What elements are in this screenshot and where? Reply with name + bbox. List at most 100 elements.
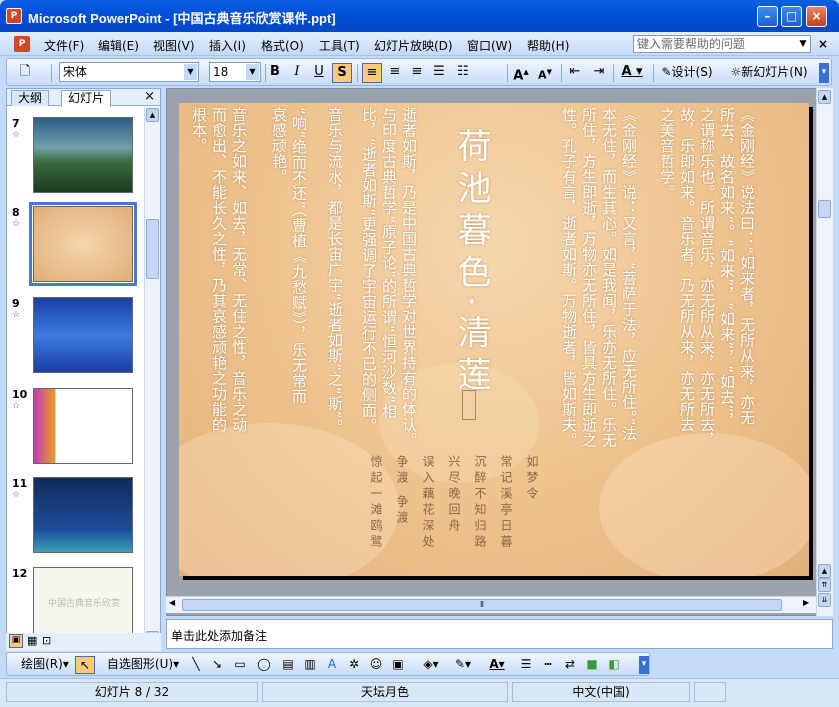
- menu-view[interactable]: 视图(V): [153, 37, 195, 54]
- 3d-style-icon[interactable]: ◧: [605, 656, 623, 674]
- slide-text-column[interactable]: 逝者如斯，乃是中国古典哲学对世界持有的体认。: [399, 107, 419, 448]
- increase-indent-icon[interactable]: ⇥: [589, 63, 609, 83]
- new-slide-button[interactable]: ☼新幻灯片(N): [725, 63, 813, 83]
- editor-horizontal-scrollbar[interactable]: ◀ ⦀ ▶: [166, 596, 816, 613]
- scroll-up-icon[interactable]: ▲: [818, 564, 831, 578]
- wordart-icon[interactable]: A: [323, 656, 341, 674]
- menu-slideshow[interactable]: 幻灯片放映(D): [374, 37, 453, 54]
- slide-text-column[interactable]: 之谓称乐也。所谓音乐，亦无所从来，亦无所去，: [697, 107, 717, 448]
- font-size-combo[interactable]: 18 ▼: [209, 62, 261, 82]
- menu-insert[interactable]: 插入(I): [209, 37, 246, 54]
- decrease-indent-icon[interactable]: ⇤: [565, 63, 585, 83]
- minimize-button[interactable]: –: [757, 6, 778, 27]
- slide-text-column[interactable]: 音乐与流水，都是长宙广宇“逝者如斯”之“斯”。: [325, 107, 345, 435]
- prev-slide-icon[interactable]: ⇈: [818, 578, 831, 592]
- editor-vertical-scrollbar[interactable]: ▲ ▲ ⇈ ⇊: [816, 88, 833, 616]
- menu-edit[interactable]: 编辑(E): [98, 37, 139, 54]
- slide-text-column[interactable]: 音乐之如来、如去，无常、无住之性，音乐之动: [229, 107, 249, 433]
- slide-text-column[interactable]: 比，“逝者如斯”更强调了宇宙运行不已的侧面。: [359, 107, 379, 434]
- slide-text-column[interactable]: 哀感顽艳。: [269, 107, 289, 185]
- line-color-icon[interactable]: ✎▾: [449, 656, 477, 674]
- scroll-left-icon[interactable]: ◀: [169, 598, 175, 607]
- new-document-icon[interactable]: 🗋: [15, 63, 35, 83]
- slide-text-column[interactable]: 所去，故名如来”。“如来”，“如来”，“如去”，: [717, 107, 737, 428]
- toolbar-options-icon[interactable]: ▾: [819, 63, 829, 83]
- scroll-thumb[interactable]: [146, 219, 159, 279]
- help-search-input[interactable]: 键入需要帮助的问题: [633, 35, 811, 53]
- dash-style-icon[interactable]: ┅: [539, 656, 557, 674]
- menu-window[interactable]: 窗口(W): [467, 37, 512, 54]
- scroll-right-icon[interactable]: ▶: [803, 598, 809, 607]
- tab-outline[interactable]: 大纲: [11, 90, 50, 106]
- align-right-icon[interactable]: ≡: [407, 63, 427, 83]
- align-center-icon[interactable]: ≡: [385, 63, 405, 83]
- align-left-icon[interactable]: ≡: [362, 63, 382, 83]
- powerpoint-app-icon[interactable]: P: [6, 8, 22, 24]
- slide-text-column[interactable]: 性。孔子有言，逝者如斯。万物逝者，皆如斯夫。: [559, 107, 579, 448]
- decrease-font-icon[interactable]: A▼: [535, 63, 555, 83]
- bold-button[interactable]: B: [265, 63, 285, 83]
- scroll-thumb[interactable]: [818, 200, 831, 218]
- next-slide-icon[interactable]: ⇊: [818, 593, 831, 607]
- autoshapes-button[interactable]: 自选图形(U)▾: [103, 656, 183, 674]
- normal-view-icon[interactable]: ▣: [9, 634, 23, 648]
- slide-text-column[interactable]: 所住，方生即逝，万物亦无所住，皆具方生即逝之: [579, 107, 599, 448]
- thumbs-scrollbar[interactable]: ▲ ▼: [144, 107, 160, 648]
- textbox-icon[interactable]: ▤: [279, 656, 297, 674]
- shadow-button[interactable]: S: [332, 63, 352, 83]
- help-dropdown-icon[interactable]: ▼: [797, 36, 809, 52]
- slide-text-column[interactable]: “响”绝而不还”（曹植《九愁赋》），乐无常而: [289, 107, 309, 404]
- rectangle-icon[interactable]: ▭: [231, 656, 249, 674]
- picture-icon[interactable]: ▣: [389, 656, 407, 674]
- increase-font-icon[interactable]: A▲: [511, 63, 531, 83]
- chevron-down-icon[interactable]: ▼: [184, 64, 197, 80]
- slide-canvas[interactable]: 《金刚经》说法曰：“如来者，无所从来，亦无 所去，故名如来”。“如来”，“如来”…: [179, 103, 809, 576]
- slide-heading[interactable]: 荷池暮色·清莲: [447, 128, 496, 399]
- tab-slides[interactable]: 幻灯片: [61, 90, 112, 107]
- bullets-icon[interactable]: ☷: [453, 63, 473, 83]
- font-color-icon[interactable]: A▾: [483, 656, 511, 674]
- arrow-style-icon[interactable]: ⇄: [561, 656, 579, 674]
- panel-close-icon[interactable]: ×: [144, 89, 155, 104]
- fill-color-icon[interactable]: ◈▾: [417, 656, 445, 674]
- arrow-icon[interactable]: ↘: [208, 656, 226, 674]
- notes-pane[interactable]: 单击此处添加备注: [166, 619, 833, 649]
- font-color-icon[interactable]: A ▾: [617, 63, 647, 83]
- menu-format[interactable]: 格式(O): [261, 37, 304, 54]
- document-icon[interactable]: P: [14, 36, 30, 52]
- shadow-style-icon[interactable]: ■: [583, 656, 601, 674]
- document-close-icon[interactable]: ×: [818, 37, 828, 51]
- vertical-textbox-icon[interactable]: ▥: [301, 656, 319, 674]
- numbering-icon[interactable]: ☰: [429, 63, 449, 83]
- oval-icon[interactable]: ◯: [255, 656, 273, 674]
- italic-button[interactable]: I: [287, 63, 307, 83]
- chevron-down-icon[interactable]: ▼: [246, 64, 259, 80]
- slide-sorter-icon[interactable]: ▦: [27, 634, 37, 647]
- line-style-icon[interactable]: ☰: [517, 656, 535, 674]
- underline-button[interactable]: U: [309, 63, 329, 83]
- toolbar-options-icon[interactable]: ▾: [639, 656, 649, 674]
- menu-file[interactable]: 文件(F): [44, 37, 84, 54]
- select-pointer-icon[interactable]: ↖: [75, 656, 95, 674]
- close-button[interactable]: ×: [806, 6, 827, 27]
- slide-text-column[interactable]: 而愈出、不能长久之性，乃其哀感顽艳之功能的: [209, 107, 229, 433]
- slideshow-icon[interactable]: ⊡: [42, 634, 51, 647]
- menu-tools[interactable]: 工具(T): [319, 37, 360, 54]
- slide-text-column[interactable]: 与印度古典哲学“原子论”的所谓“恒河沙数”相: [379, 107, 399, 419]
- menu-help[interactable]: 帮助(H): [527, 37, 569, 54]
- clipart-icon[interactable]: ☺: [367, 656, 385, 674]
- slide-text-column[interactable]: 之美音哲学。: [657, 107, 677, 200]
- scroll-up-icon[interactable]: ▲: [146, 108, 159, 122]
- slide-text-column[interactable]: 《金刚经》说法曰：“如来者，无所从来，亦无: [737, 107, 757, 425]
- font-name-combo[interactable]: 宋体 ▼: [59, 62, 199, 82]
- slide-text-column[interactable]: 本无住，而生其心。如是我闻，乐亦无所住。乐无: [599, 107, 619, 448]
- slide-text-column[interactable]: 根本。: [189, 107, 209, 154]
- slide-text-column[interactable]: 故，乐即如来。音乐者，乃无所从来，亦无所去: [677, 107, 697, 433]
- line-icon[interactable]: ╲: [187, 656, 205, 674]
- scroll-thumb[interactable]: ⦀: [182, 599, 782, 611]
- maximize-button[interactable]: □: [781, 6, 802, 27]
- draw-menu-button[interactable]: 绘图(R)▾: [19, 656, 71, 674]
- scroll-up-icon[interactable]: ▲: [818, 90, 831, 104]
- design-button[interactable]: ✎设计(S): [657, 63, 717, 83]
- slide-text-column[interactable]: 《金刚经》说：又言，“菩萨于法，应无所住。”法: [619, 107, 639, 442]
